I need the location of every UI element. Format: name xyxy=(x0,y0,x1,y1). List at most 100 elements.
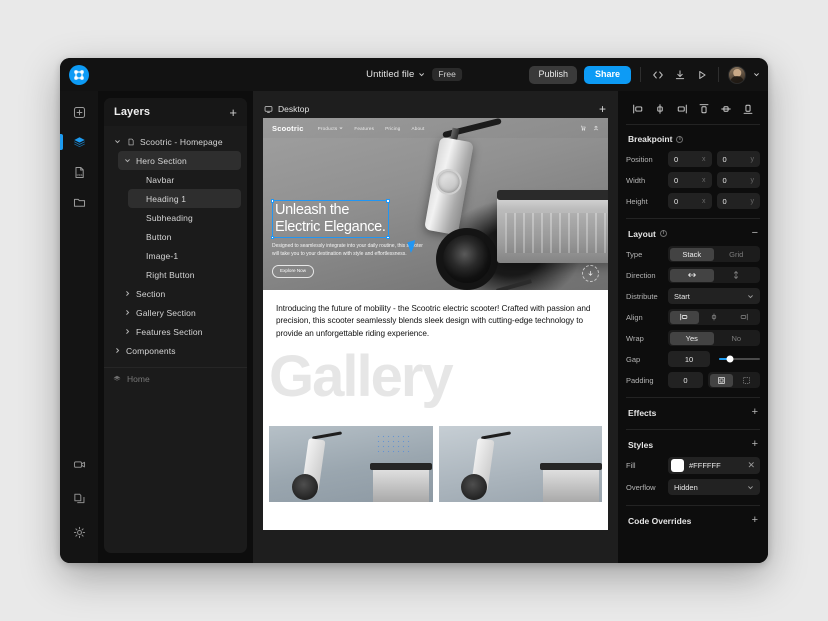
layout-wrap-yes[interactable]: Yes xyxy=(669,331,714,345)
breakpoint-width-y-input[interactable]: 0y xyxy=(716,172,760,188)
slider-track[interactable] xyxy=(719,355,760,363)
layer-row-button[interactable]: Button xyxy=(128,227,241,246)
selection-handle-tr[interactable] xyxy=(386,199,390,203)
user-avatar[interactable] xyxy=(728,65,746,84)
chevron-down-icon[interactable] xyxy=(122,157,132,164)
breakpoint-width-x-input[interactable]: 0x xyxy=(668,172,712,188)
site-nav-link-pricing[interactable]: Pricing xyxy=(385,126,400,131)
breakpoint-position-y-input[interactable]: 0y xyxy=(716,151,760,167)
intro-section[interactable]: Introducing the future of mobility - the… xyxy=(263,290,608,352)
layout-gap-slider[interactable] xyxy=(715,351,760,367)
breakpoint-height-y-input[interactable]: 0y xyxy=(716,193,760,209)
cart-icon[interactable] xyxy=(580,125,586,131)
css-file-icon[interactable]: css xyxy=(66,159,92,185)
slider-knob[interactable] xyxy=(726,355,734,363)
layout-type-grid[interactable]: Grid xyxy=(714,248,759,261)
add-style-button[interactable]: + xyxy=(752,439,758,450)
gallery-section[interactable]: Gallery xyxy=(263,352,608,503)
fill-control[interactable]: #FFFFFF ✕ xyxy=(668,457,760,474)
chevron-right-icon[interactable] xyxy=(122,309,132,316)
align-right-icon-layout[interactable] xyxy=(729,311,759,324)
selection-handle-bl[interactable] xyxy=(270,235,275,240)
hero-heading[interactable]: Unleash the Electric Elegance. xyxy=(275,202,386,234)
canvas-area[interactable]: Desktop + Scootric Products Features Pri… xyxy=(253,91,618,563)
add-code-override-button[interactable]: + xyxy=(752,515,758,526)
layout-distribute-select[interactable]: Start xyxy=(668,288,760,304)
artboard[interactable]: Scootric Products Features Pricing About xyxy=(263,118,608,530)
align-left-icon-layout[interactable] xyxy=(669,310,700,324)
fill-color-swatch[interactable] xyxy=(671,459,684,472)
horizontal-arrow-icon[interactable] xyxy=(669,268,714,282)
download-icon[interactable] xyxy=(672,67,687,82)
breakpoint-height-x-input[interactable]: 0x xyxy=(668,193,712,209)
chevron-right-icon[interactable] xyxy=(112,347,122,354)
pages-copy-icon[interactable] xyxy=(66,485,92,511)
align-center-vertical-icon[interactable] xyxy=(719,101,734,116)
plan-badge[interactable]: Free xyxy=(432,67,462,82)
fill-hex-value[interactable]: #FFFFFF xyxy=(689,461,742,470)
add-effect-button[interactable]: + xyxy=(752,407,758,418)
layout-gap-input[interactable]: 10 xyxy=(668,351,710,367)
site-brand[interactable]: Scootric xyxy=(272,124,304,133)
layer-row-navbar[interactable]: Navbar xyxy=(128,170,241,189)
insert-icon[interactable] xyxy=(66,99,92,125)
site-navbar[interactable]: Scootric Products Features Pricing About xyxy=(263,118,608,138)
gallery-card-2[interactable] xyxy=(438,426,602,503)
padding-mode-toggle[interactable] xyxy=(708,372,760,388)
layer-row-heading-1[interactable]: Heading 1 xyxy=(128,189,241,208)
settings-gear-icon[interactable] xyxy=(66,519,92,545)
add-layer-button[interactable]: + xyxy=(229,106,237,119)
layer-row-scootric-homepage[interactable]: Scootric - Homepage xyxy=(108,132,241,151)
add-frame-button[interactable]: + xyxy=(599,103,606,115)
layers-footer-home[interactable]: Home xyxy=(112,374,239,384)
layout-type-stack[interactable]: Stack xyxy=(669,247,714,261)
padding-individual-icon[interactable] xyxy=(735,374,759,387)
avatar-chevron-down-icon[interactable] xyxy=(753,71,760,78)
layout-align-segmented[interactable] xyxy=(668,309,760,325)
layer-row-features-section[interactable]: Features Section xyxy=(118,322,241,341)
info-icon-2[interactable]: i xyxy=(659,230,667,237)
frame-name[interactable]: Desktop xyxy=(264,104,309,114)
account-icon[interactable] xyxy=(593,125,599,131)
assets-folder-icon[interactable] xyxy=(66,189,92,215)
code-icon[interactable] xyxy=(650,67,665,82)
info-icon[interactable]: i xyxy=(676,135,684,143)
chevron-right-icon[interactable] xyxy=(122,290,132,297)
layout-padding-input[interactable]: 0 xyxy=(668,372,703,388)
preview-play-icon[interactable] xyxy=(694,67,709,82)
align-left-icon[interactable] xyxy=(630,101,645,116)
video-icon[interactable] xyxy=(66,451,92,477)
site-nav-link-about[interactable]: About xyxy=(412,126,425,131)
vertical-arrow-icon[interactable] xyxy=(714,269,759,282)
padding-all-icon[interactable] xyxy=(709,373,733,387)
chevron-down-icon[interactable] xyxy=(112,138,122,145)
layer-row-subheading[interactable]: Subheading xyxy=(128,208,241,227)
layer-row-right-button[interactable]: Right Button xyxy=(128,265,241,284)
chevron-right-icon[interactable] xyxy=(122,328,132,335)
layout-wrap-no[interactable]: No xyxy=(714,332,759,345)
remove-fill-button[interactable]: ✕ xyxy=(747,461,755,470)
layer-row-image-1[interactable]: Image-1 xyxy=(128,246,241,265)
layer-row-gallery-section[interactable]: Gallery Section xyxy=(118,303,241,322)
scroll-down-icon[interactable] xyxy=(582,265,599,282)
align-center-horizontal-icon[interactable] xyxy=(652,101,667,116)
hero-cta-button[interactable]: Explore Now xyxy=(272,265,315,278)
overflow-select[interactable]: Hidden xyxy=(668,479,760,495)
app-logo[interactable] xyxy=(60,64,98,85)
layout-wrap-segmented[interactable]: Yes No xyxy=(668,330,760,346)
heading-selection-box[interactable]: Unleash the Electric Elegance. xyxy=(270,199,390,240)
hero-section[interactable]: Scootric Products Features Pricing About xyxy=(263,118,608,290)
layer-row-hero-section[interactable]: Hero Section xyxy=(118,151,241,170)
publish-button[interactable]: Publish xyxy=(529,65,577,84)
share-button[interactable]: Share xyxy=(583,65,631,84)
breakpoint-position-x-input[interactable]: 0x xyxy=(668,151,712,167)
align-center-horizontal-icon-layout[interactable] xyxy=(699,311,729,324)
align-top-icon[interactable] xyxy=(697,101,712,116)
layout-direction-segmented[interactable] xyxy=(668,267,760,283)
gallery-card-1[interactable] xyxy=(269,426,433,503)
layer-row-components[interactable]: Components xyxy=(108,341,241,360)
file-name-menu[interactable]: Untitled file xyxy=(366,69,425,80)
align-right-icon[interactable] xyxy=(674,101,689,116)
selection-handle-tl[interactable] xyxy=(270,199,275,203)
selection-handle-br[interactable] xyxy=(386,235,390,240)
